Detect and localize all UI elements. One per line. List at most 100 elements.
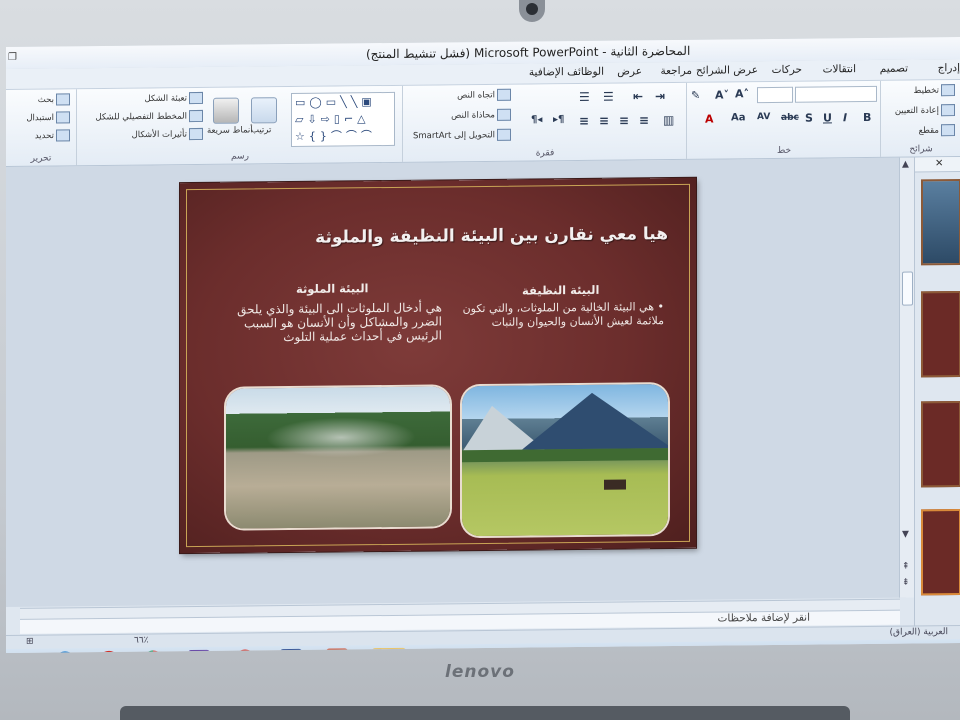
tab-transitions[interactable]: انتقالات [823, 63, 856, 75]
vertical-scrollbar[interactable]: ▲ ▼ ⇞ ⇟ [899, 157, 914, 598]
outdent-icon[interactable]: ⇥ [655, 89, 665, 103]
indent-icon[interactable]: ⇤ [633, 89, 643, 103]
zoom-level[interactable]: ٦٦٪ [134, 636, 149, 646]
italic-icon[interactable]: I [843, 111, 847, 124]
section-label: مقطع [918, 125, 939, 136]
font-name-dropdown[interactable] [795, 85, 877, 103]
window-title: المحاضرة الثانية - Microsoft PowerPoint … [366, 43, 691, 62]
scroll-up-icon[interactable]: ▲ [902, 160, 909, 170]
language-status[interactable]: العربية (العراق) [889, 627, 948, 638]
tab-design[interactable]: تصميم [880, 63, 908, 75]
convert-smartart-label: التحويل إلى SmartArt [413, 130, 495, 142]
grow-font-icon[interactable]: A˄ [735, 87, 749, 100]
rtl-icon[interactable]: ¶◂ [531, 114, 542, 125]
justify-icon[interactable]: ≡ [639, 113, 649, 127]
slide-thumbnail[interactable] [921, 508, 960, 596]
tab-review[interactable]: مراجعة [660, 65, 692, 77]
align-text-icon [497, 108, 511, 121]
thumbnail-pane-tabs: ✕ [915, 156, 960, 173]
quick-styles-label: أنماط سريعة [207, 125, 253, 136]
shape-fill-button[interactable]: تعبئة الشكل [144, 91, 203, 105]
numbering-icon[interactable]: ☰ [603, 90, 614, 104]
align-center-icon[interactable]: ≡ [599, 114, 609, 128]
bullets-icon[interactable]: ☰ [579, 90, 590, 104]
slides-thumbnail-pane: ✕ [914, 156, 960, 638]
slide-thumbnail[interactable] [921, 290, 960, 378]
align-right-icon[interactable]: ≡ [619, 113, 629, 127]
slides-group-label: شرائح [909, 144, 933, 155]
scroll-down-icon[interactable]: ▼ [902, 530, 909, 540]
reset-icon [941, 104, 955, 117]
smoke-shape [266, 416, 416, 459]
clean-body[interactable]: • هي البيئة الخالية من الملوثات، والتي ت… [456, 300, 664, 330]
char-spacing-icon[interactable]: AV [757, 112, 770, 122]
select-button[interactable]: تحديد [35, 129, 70, 142]
font-group-label: خط [776, 145, 792, 156]
tab-animations[interactable]: حركات [772, 64, 802, 76]
align-text-button[interactable]: محاذاة النص [451, 108, 511, 122]
find-button[interactable]: بحث [38, 93, 70, 106]
polluted-environment-image[interactable] [226, 386, 450, 529]
quick-styles-button[interactable] [213, 97, 239, 124]
arrange-label: ترتيب [251, 125, 272, 136]
tab-slide-show[interactable]: عرض الشرائح [696, 64, 758, 77]
house-shape [604, 479, 626, 490]
slide-thumbnail[interactable] [921, 178, 960, 266]
paint-bucket-icon [189, 91, 203, 105]
polluted-body[interactable]: هي أدخال الملوثات الى البيئة والذي يلحق … [228, 300, 442, 344]
restore-icon[interactable]: ❐ [8, 52, 17, 63]
drawing-group: ▭◯▭╲╲▣ ▱⇩⇨▯⌐△ ☆{}⌒⌒⌒ ترتيب أنماط سريعة ت… [76, 85, 403, 166]
tab-insert[interactable]: إدراج [938, 62, 960, 74]
tab-view[interactable]: عرض [617, 65, 642, 77]
polluted-heading[interactable]: البيئة الملوثة [296, 281, 369, 296]
shape-outline-button[interactable]: المخطط التفصيلي للشكل [95, 109, 203, 123]
underline-icon[interactable]: U [823, 111, 832, 124]
shapes-gallery[interactable]: ▭◯▭╲╲▣ ▱⇩⇨▯⌐△ ☆{}⌒⌒⌒ [291, 91, 395, 148]
pen-icon [189, 109, 203, 123]
slide-title[interactable]: هيا معي نقارن بين البيئة النظيفة والملوث… [315, 224, 668, 248]
editing-group: بحث استبدال تحديد تحرير [6, 89, 76, 166]
shadow-icon[interactable]: S [805, 112, 813, 125]
replace-icon [56, 111, 70, 124]
tab-add-ins[interactable]: الوظائف الإضافية [529, 66, 604, 79]
clear-format-icon[interactable]: ✎ [691, 89, 700, 102]
previous-slide-icon[interactable]: ⇞ [902, 562, 910, 572]
bold-icon[interactable]: B [863, 111, 871, 124]
convert-smartart-button[interactable]: التحويل إلى SmartArt [413, 128, 511, 142]
zoom-fit-icon[interactable]: ⊞ [26, 637, 34, 647]
clean-environment-image[interactable] [462, 384, 668, 537]
shrink-font-icon[interactable]: A˅ [715, 88, 729, 101]
ltr-icon[interactable]: ▸¶ [553, 114, 564, 125]
laptop-hinge [120, 706, 850, 720]
shape-effects-button[interactable]: تأثيرات الأشكال [131, 127, 203, 141]
drawing-group-label: رسم [231, 151, 249, 162]
clean-body-text: هي البيئة الخالية من الملوثات، والتي تكو… [462, 300, 664, 329]
shape-effects-label: تأثيرات الأشكال [131, 129, 187, 141]
effects-icon [189, 127, 203, 141]
font-size-dropdown[interactable] [757, 86, 793, 104]
mountain-shape [522, 392, 668, 450]
slide-thumbnail[interactable] [921, 400, 960, 488]
shape-fill-label: تعبئة الشكل [144, 93, 187, 105]
clean-heading[interactable]: البيئة النظيفة [522, 283, 599, 298]
reset-button[interactable]: إعادة التعيين [895, 104, 955, 117]
align-left-icon[interactable]: ≡ [579, 114, 589, 128]
strikethrough-icon[interactable]: abc [781, 113, 799, 123]
change-case-icon[interactable]: Aa [731, 112, 746, 123]
current-slide[interactable]: هيا معي نقارن بين البيئة النظيفة والملوث… [180, 177, 696, 554]
columns-icon[interactable]: ▥ [663, 113, 674, 127]
font-color-icon[interactable]: A [705, 113, 714, 126]
layout-button[interactable]: تخطيط [914, 84, 955, 97]
text-direction-icon [497, 88, 511, 101]
text-direction-button[interactable]: اتجاه النص [457, 88, 511, 102]
lenovo-logo: lenovo [445, 662, 515, 682]
replace-button[interactable]: استبدال [26, 111, 70, 124]
scroll-thumb[interactable] [902, 271, 913, 306]
next-slide-icon[interactable]: ⇟ [902, 578, 910, 588]
paragraph-group-label: فقرة [535, 148, 555, 159]
text-direction-label: اتجاه النص [457, 90, 495, 101]
arrange-button[interactable] [251, 97, 277, 124]
section-button[interactable]: مقطع [918, 124, 955, 137]
align-text-label: محاذاة النص [451, 110, 495, 121]
close-pane-icon[interactable]: ✕ [935, 158, 943, 169]
